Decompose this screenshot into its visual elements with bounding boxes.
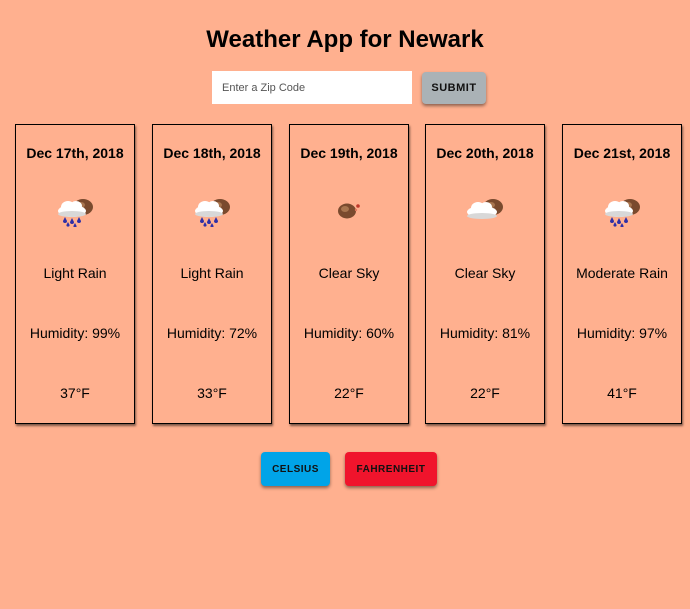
forecast-description: Clear Sky xyxy=(454,265,516,281)
page-title: Weather App for Newark xyxy=(206,26,484,53)
forecast-description: Light Rain xyxy=(43,265,107,281)
forecast-date: Dec 21st, 2018 xyxy=(573,145,671,161)
celsius-button[interactable]: CELSIUS xyxy=(261,452,330,486)
search-bar: SUBMIT xyxy=(212,71,486,104)
forecast-humidity: Humidity: 81% xyxy=(439,325,531,341)
forecast-card: Dec 17th, 2018 Light Rain Humidity: 99% … xyxy=(15,124,135,424)
rain-cloud-sun-icon xyxy=(153,197,271,227)
forecast-humidity: Humidity: 97% xyxy=(576,325,668,341)
forecast-temperature: 22°F xyxy=(334,385,364,401)
forecast-temperature: 33°F xyxy=(197,385,227,401)
forecast-date: Dec 20th, 2018 xyxy=(436,145,534,161)
forecast-humidity: Humidity: 60% xyxy=(303,325,395,341)
forecast-card: Dec 19th, 2018 Clear Sky Humidity: 60% 2… xyxy=(289,124,409,424)
forecast-description: Light Rain xyxy=(180,265,244,281)
zip-code-input[interactable] xyxy=(212,71,412,104)
forecast-cards: Dec 17th, 2018 Light Rain Humidity: 99% … xyxy=(15,124,685,426)
forecast-card: Dec 18th, 2018 Light Rain Humidity: 72% … xyxy=(152,124,272,424)
submit-button[interactable]: SUBMIT xyxy=(422,71,486,104)
forecast-description: Moderate Rain xyxy=(576,265,668,281)
forecast-card: Dec 20th, 2018 Clear Sky Humidity: 81% 2… xyxy=(425,124,545,424)
forecast-temperature: 41°F xyxy=(607,385,637,401)
forecast-temperature: 22°F xyxy=(470,385,500,401)
unit-toggle: CELSIUS FAHRENHEIT xyxy=(261,452,437,486)
fahrenheit-button[interactable]: FAHRENHEIT xyxy=(345,452,437,486)
rain-cloud-sun-icon xyxy=(563,197,681,227)
forecast-date: Dec 19th, 2018 xyxy=(300,145,398,161)
forecast-description: Clear Sky xyxy=(318,265,380,281)
forecast-card: Dec 21st, 2018 Moderate Rain Humidity: 9… xyxy=(562,124,682,424)
clear-sky-icon xyxy=(290,197,408,227)
forecast-humidity: Humidity: 72% xyxy=(166,325,258,341)
forecast-date: Dec 17th, 2018 xyxy=(26,145,124,161)
forecast-humidity: Humidity: 99% xyxy=(29,325,121,341)
cloud-sun-icon xyxy=(426,197,544,227)
forecast-date: Dec 18th, 2018 xyxy=(163,145,261,161)
forecast-temperature: 37°F xyxy=(60,385,90,401)
rain-cloud-sun-icon xyxy=(16,197,134,227)
